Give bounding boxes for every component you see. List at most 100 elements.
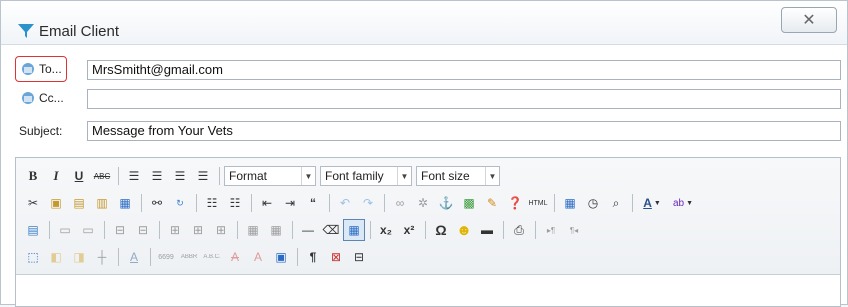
underline-button[interactable]: U [68, 165, 90, 187]
outdent-button[interactable]: ⇤ [256, 192, 278, 214]
visual-aid-button[interactable]: ▦ [343, 219, 365, 241]
insert-date-button[interactable]: ▦ [559, 192, 581, 214]
align-left-button[interactable]: ☰ [123, 165, 145, 187]
row-before-icon: ⊟ [114, 223, 126, 237]
toolbar-separator [118, 167, 119, 185]
find-button[interactable]: ⚯ [146, 192, 168, 214]
cc-field[interactable] [87, 89, 841, 109]
emoticons-button[interactable]: ☻ [453, 219, 475, 241]
html-source-icon: HTML [528, 199, 548, 207]
toolbar-separator [141, 194, 142, 212]
anchor-button[interactable]: ⚓ [435, 192, 457, 214]
rtl-button[interactable]: ¶◂ [563, 219, 585, 241]
deletion-button[interactable]: A [224, 246, 246, 268]
font-size-select[interactable]: Font size ▼ [416, 166, 500, 186]
insert-table-button[interactable]: ▤ [22, 219, 44, 241]
blockquote-button[interactable]: “ [302, 192, 324, 214]
image-button[interactable]: ▩ [458, 192, 480, 214]
cell-props-button[interactable]: ▭ [77, 219, 99, 241]
cut-button[interactable]: ✂ [22, 192, 44, 214]
text-color-icon: A [643, 196, 652, 210]
chevron-down-icon: ▼ [653, 199, 661, 207]
merge-cells-button[interactable]: ▦ [265, 219, 287, 241]
pagebreak-button[interactable]: ⊟ [348, 246, 370, 268]
subscript-icon: x₂ [379, 223, 392, 237]
insert-col-before-button[interactable]: ⊞ [164, 219, 186, 241]
delete-col-button[interactable]: ⊞ [210, 219, 232, 241]
toolbar-separator [632, 194, 633, 212]
deletion-icon: A [230, 250, 239, 264]
numbered-list-icon: ☷ [229, 196, 241, 210]
unlink-button[interactable]: ✲ [412, 192, 434, 214]
to-field[interactable]: MrsSmitht@gmail.com [87, 60, 841, 80]
paste-text-icon: ▥ [96, 196, 108, 210]
paste-word-button[interactable]: ▦ [114, 192, 136, 214]
title-bar: Email Client ✕ [1, 1, 847, 45]
close-button[interactable]: ✕ [781, 7, 837, 33]
remove-format-button[interactable]: ⌫ [320, 219, 342, 241]
highlight-icon: ab [672, 197, 685, 209]
background-color-button[interactable]: ab ▼ [668, 192, 698, 214]
help-button[interactable]: ❓ [504, 192, 526, 214]
move-forward-button[interactable]: ◧ [45, 246, 67, 268]
special-char-button[interactable]: Ω [430, 219, 452, 241]
insert-row-after-button[interactable]: ⊟ [132, 219, 154, 241]
toolbar-separator [196, 194, 197, 212]
paste-button[interactable]: ▤ [68, 192, 90, 214]
font-family-select[interactable]: Font family ▼ [320, 166, 412, 186]
cite-button[interactable]: 6699 [155, 246, 177, 268]
abbr-button[interactable]: ABBR [178, 246, 200, 268]
binoculars-icon: ⚯ [151, 196, 163, 210]
row-props-button[interactable]: ▭ [54, 219, 76, 241]
rich-text-editor[interactable]: B I U ABC ☰ ☰ ☰ ☰ Format ▼ Font family ▼ [15, 157, 841, 307]
superscript-button[interactable]: x² [398, 219, 420, 241]
copy-button[interactable]: ▣ [45, 192, 67, 214]
replace-button[interactable]: ↻ [169, 192, 191, 214]
align-left-icon: ☰ [128, 169, 140, 183]
move-backward-button[interactable]: ◨ [68, 246, 90, 268]
insert-row-before-button[interactable]: ⊟ [109, 219, 131, 241]
preview-button[interactable]: ⌕ [605, 192, 627, 214]
link-button[interactable]: ∞ [389, 192, 411, 214]
ltr-button[interactable]: ▸¶ [540, 219, 562, 241]
insert-time-button[interactable]: ◷ [582, 192, 604, 214]
cc-button[interactable]: Cc... [15, 87, 69, 109]
show-blocks-button[interactable]: ¶ [302, 246, 324, 268]
bullet-list-button[interactable]: ☷ [201, 192, 223, 214]
subject-value: Message from Your Vets [92, 123, 233, 138]
align-center-button[interactable]: ☰ [146, 165, 168, 187]
horizontal-rule-button[interactable]: — [297, 219, 319, 241]
bold-button[interactable]: B [22, 165, 44, 187]
numbered-list-button[interactable]: ☷ [224, 192, 246, 214]
paste-text-button[interactable]: ▥ [91, 192, 113, 214]
undo-button[interactable]: ↶ [334, 192, 356, 214]
format-select[interactable]: Format ▼ [224, 166, 316, 186]
align-right-button[interactable]: ☰ [169, 165, 191, 187]
split-cells-button[interactable]: ▦ [242, 219, 264, 241]
absolute-button[interactable]: ┼ [91, 246, 113, 268]
acronym-button[interactable]: A.B.C. [201, 246, 223, 268]
html-source-button[interactable]: HTML [527, 192, 549, 214]
non-breaking-button[interactable]: ⊠ [325, 246, 347, 268]
brush-icon: ✎ [486, 196, 498, 210]
to-button[interactable]: To... [15, 56, 67, 82]
media-button[interactable]: ▬ [476, 219, 498, 241]
toolbar-separator [237, 221, 238, 239]
strikethrough-button[interactable]: ABC [91, 165, 113, 187]
insert-layer-button[interactable]: ⬚ [22, 246, 44, 268]
editor-toolbar: B I U ABC ☰ ☰ ☰ ☰ Format ▼ Font family ▼ [16, 158, 840, 275]
redo-button[interactable]: ↷ [357, 192, 379, 214]
indent-button[interactable]: ⇥ [279, 192, 301, 214]
align-justify-button[interactable]: ☰ [192, 165, 214, 187]
print-button[interactable]: ⎙ [508, 219, 530, 241]
insert-col-after-button[interactable]: ⊞ [187, 219, 209, 241]
subscript-button[interactable]: x₂ [375, 219, 397, 241]
subject-field[interactable]: Message from Your Vets [87, 121, 841, 141]
attributes-button[interactable]: ▣ [270, 246, 292, 268]
toolbar-separator [370, 221, 371, 239]
style-props-button[interactable]: A [123, 246, 145, 268]
cleanup-button[interactable]: ✎ [481, 192, 503, 214]
insertion-button[interactable]: A [247, 246, 269, 268]
text-color-button[interactable]: A ▼ [637, 192, 667, 214]
italic-button[interactable]: I [45, 165, 67, 187]
